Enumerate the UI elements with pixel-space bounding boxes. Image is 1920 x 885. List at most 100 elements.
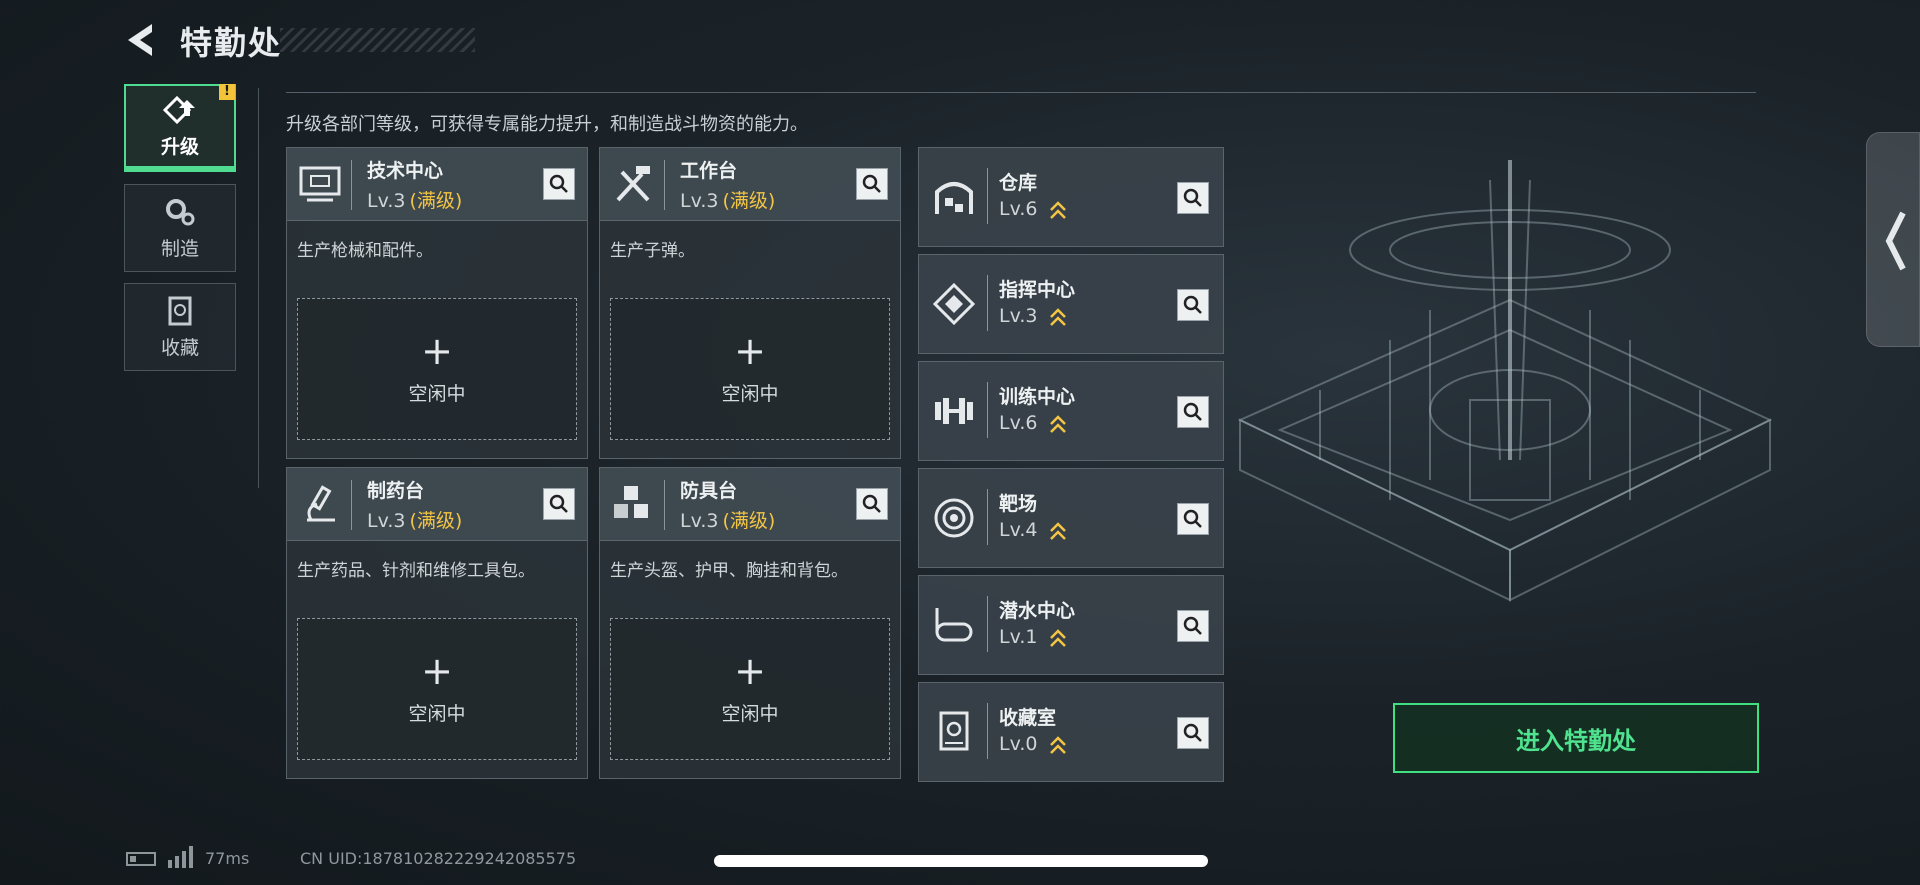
card-description: 生产药品、针剂和维修工具包。 [297, 561, 535, 581]
level-value: Lv.3 [367, 190, 406, 212]
card-name: 防具台 [680, 480, 738, 502]
search-icon[interactable] [543, 168, 575, 200]
separator [987, 703, 988, 759]
facility-shooting-range[interactable]: 靶场 Lv.4 [918, 468, 1224, 568]
card-description: 生产子弹。 [610, 241, 695, 261]
vault-icon [168, 296, 192, 325]
separator [987, 596, 988, 652]
nav-label-craft: 制造 [160, 237, 199, 260]
facility-name: 收藏室 [999, 707, 1057, 729]
command-icon [932, 282, 976, 326]
card-level: Lv.3 (满级) [367, 186, 462, 213]
enter-special-ops-button[interactable]: 进入特勤处 [1393, 703, 1759, 773]
special-ops-building-illustration [1237, 160, 1773, 602]
facility-level: Lv.3 [999, 305, 1038, 327]
upgrade-chevron-icon [1050, 201, 1066, 219]
plus-icon: + [734, 648, 766, 693]
microscope-icon [307, 485, 335, 522]
target-icon [934, 498, 974, 538]
facility-training-center[interactable]: 训练中心 Lv.6 [918, 361, 1224, 461]
card-armor-bench: 防具台 Lv.3 (满级) 生产头盔、护甲、胸挂和背包。 + 空闲中 [599, 467, 901, 779]
nav-label-collection: 收藏 [160, 336, 199, 359]
page-title: 特勤处 [180, 24, 283, 62]
search-icon[interactable] [1177, 503, 1209, 535]
facility-name: 靶场 [999, 493, 1038, 515]
alert-badge: ! [219, 84, 235, 100]
plus-icon: + [734, 328, 766, 373]
production-slot[interactable]: + 空闲中 [297, 618, 577, 760]
dumbbell-icon [935, 398, 973, 424]
card-tech-center: 技术中心 Lv.3 (满级) 生产枪械和配件。 + 空闲中 [286, 147, 588, 459]
upgrade-description: 升级各部门等级，可获得专属能力提升，和制造战斗物资的能力。 [286, 114, 808, 135]
search-icon[interactable] [856, 488, 888, 520]
card-level: Lv.3 (满级) [367, 506, 462, 533]
max-level-label: (满级) [722, 190, 776, 212]
production-slot[interactable]: + 空闲中 [610, 298, 890, 440]
max-level-label: (满级) [722, 510, 776, 532]
facility-collection-room[interactable]: 收藏室 Lv.0 [918, 682, 1224, 782]
user-uid: CN UID:187810282229242085575 [300, 849, 577, 868]
search-icon[interactable] [1177, 610, 1209, 642]
card-workbench: 工作台 Lv.3 (满级) 生产子弹。 + 空闲中 [599, 147, 901, 459]
gears-icon [166, 198, 195, 225]
upgrade-chevron-icon [1050, 736, 1066, 754]
facility-level: Lv.1 [999, 626, 1038, 648]
nav-tab-collection[interactable]: 收藏 [124, 283, 236, 371]
search-icon[interactable] [543, 488, 575, 520]
slot-status: 空闲中 [408, 702, 466, 725]
facility-command-center[interactable]: 指挥中心 Lv.3 [918, 254, 1224, 354]
production-slot[interactable]: + 空闲中 [297, 298, 577, 440]
diving-mask-icon [935, 608, 973, 642]
divider [258, 88, 259, 488]
search-icon[interactable] [1177, 717, 1209, 749]
warehouse-icon [935, 182, 973, 214]
plus-icon: + [421, 328, 453, 373]
card-description: 生产枪械和配件。 [297, 241, 433, 261]
facility-level: Lv.4 [999, 519, 1038, 541]
slot-status: 空闲中 [408, 382, 466, 405]
card-name: 制药台 [367, 480, 425, 502]
card-name: 工作台 [680, 160, 738, 182]
signal-icon [168, 846, 193, 868]
separator [664, 480, 665, 530]
upgrade-chevron-icon [1050, 522, 1066, 540]
separator [987, 489, 988, 545]
home-indicator[interactable] [714, 855, 1208, 867]
max-level-label: (满级) [409, 510, 463, 532]
divider [286, 92, 1756, 93]
facility-name: 仓库 [999, 172, 1038, 194]
upgrade-chevron-icon [1050, 308, 1066, 326]
slot-status: 空闲中 [721, 382, 779, 405]
armor-cubes-icon [614, 486, 648, 518]
plus-icon: + [421, 648, 453, 693]
upgrade-icon [163, 95, 195, 124]
ping-value: 77ms [205, 849, 250, 868]
back-arrow-icon[interactable] [122, 20, 162, 60]
side-panel-handle[interactable] [1866, 132, 1920, 347]
facility-warehouse[interactable]: 仓库 Lv.6 [918, 147, 1224, 247]
battery-icon [126, 852, 156, 866]
nav-tab-craft[interactable]: 制造 [124, 184, 236, 272]
separator [987, 275, 988, 331]
max-level-label: (满级) [409, 190, 463, 212]
card-name: 技术中心 [367, 160, 444, 182]
separator [987, 168, 988, 224]
tools-icon [616, 166, 650, 202]
facility-diving-center[interactable]: 潜水中心 Lv.1 [918, 575, 1224, 675]
separator [351, 160, 352, 210]
level-value: Lv.3 [367, 510, 406, 532]
slot-status: 空闲中 [721, 702, 779, 725]
search-icon[interactable] [1177, 182, 1209, 214]
card-description: 生产头盔、护甲、胸挂和背包。 [610, 561, 848, 581]
facility-name: 指挥中心 [999, 279, 1076, 301]
facility-level: Lv.6 [999, 412, 1038, 434]
search-icon[interactable] [856, 168, 888, 200]
production-slot[interactable]: + 空闲中 [610, 618, 890, 760]
upgrade-chevron-icon [1050, 415, 1066, 433]
facility-name: 训练中心 [999, 386, 1076, 408]
title-decoration [280, 28, 475, 52]
search-icon[interactable] [1177, 289, 1209, 321]
search-icon[interactable] [1177, 396, 1209, 428]
facility-level: Lv.6 [999, 198, 1038, 220]
level-value: Lv.3 [680, 510, 719, 532]
